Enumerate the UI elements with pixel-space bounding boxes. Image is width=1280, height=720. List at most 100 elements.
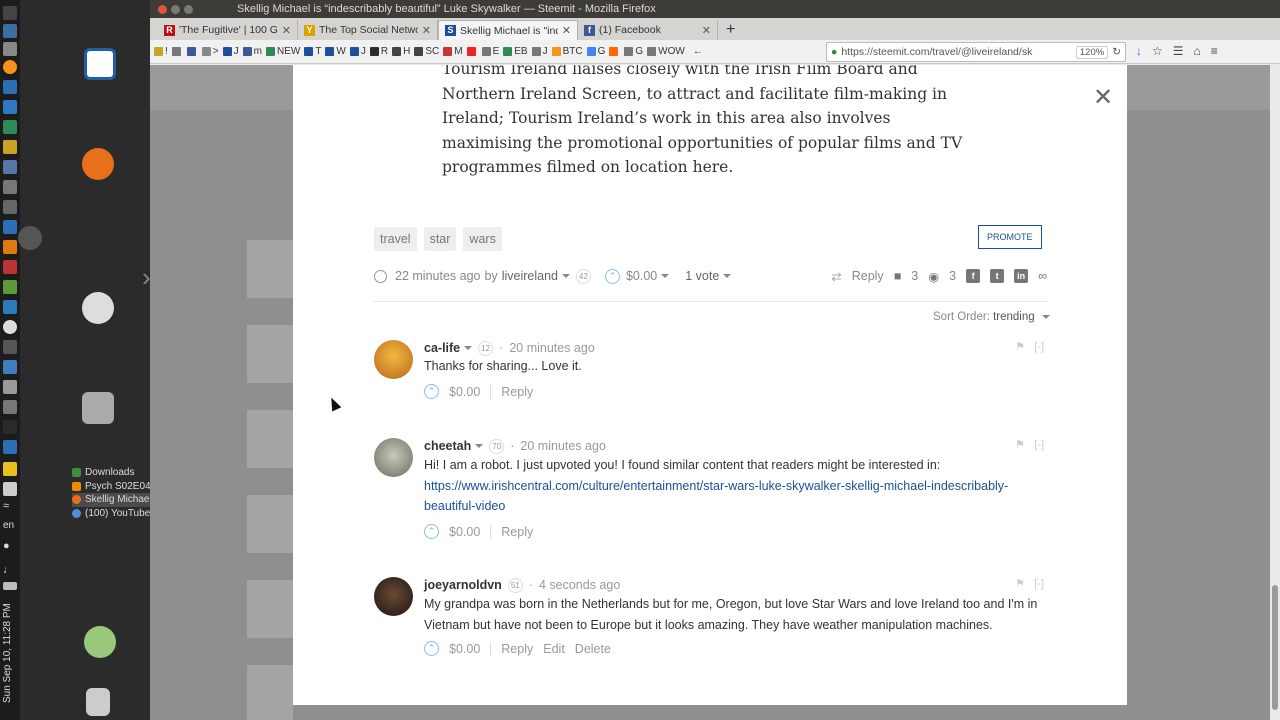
bookmark-item[interactable]: BTC — [551, 46, 583, 57]
tag-wars[interactable]: wars — [463, 227, 502, 251]
bookmark-item[interactable]: T — [304, 46, 321, 57]
app-icon[interactable] — [3, 380, 17, 394]
comments-icon[interactable]: ■ — [894, 269, 902, 283]
bookmark-item[interactable]: J — [531, 46, 548, 57]
tab-skellig-michael[interactable]: S Skellig Michael is "inde ✕ — [438, 20, 578, 40]
library-icon[interactable]: ☰ — [1173, 44, 1184, 58]
upvote-icon[interactable]: ⌃ — [604, 268, 620, 284]
comment-author[interactable]: ca-life — [424, 341, 460, 355]
bookmark-item[interactable]: J — [222, 46, 239, 57]
bookmark-item[interactable]: NEW — [265, 46, 300, 57]
minimize-window-icon[interactable] — [171, 4, 180, 14]
bookmark-star-icon[interactable]: ☆ — [1152, 44, 1163, 58]
tag-travel[interactable]: travel — [374, 227, 417, 251]
resteem-icon[interactable]: ⇄ — [831, 269, 841, 284]
bookmark-item[interactable]: R — [369, 46, 388, 57]
comment-time[interactable]: 4 seconds ago — [539, 578, 620, 592]
app-icon[interactable] — [3, 360, 17, 374]
bookmark-item[interactable]: J — [349, 46, 366, 57]
bookmark-item[interactable] — [609, 47, 620, 56]
scrollbar-thumb[interactable] — [1272, 585, 1278, 710]
document-icon[interactable] — [84, 48, 116, 80]
app-icon[interactable] — [3, 220, 17, 234]
flag-icon[interactable]: ⚑ — [1015, 439, 1025, 451]
reload-icon[interactable]: ↻ — [1112, 46, 1121, 58]
bluetooth-icon[interactable]: ● — [3, 540, 17, 554]
app-icon[interactable] — [3, 100, 17, 114]
app-icon[interactable] — [3, 80, 17, 94]
bookmark-item[interactable] — [466, 47, 478, 56]
bookmark-item[interactable]: ! — [154, 46, 168, 57]
collapse-toggle[interactable]: [-] — [1034, 578, 1044, 590]
flag-icon[interactable]: ⚑ — [1015, 578, 1025, 590]
close-window-icon[interactable] — [158, 4, 167, 14]
post-author[interactable]: liveireland — [502, 269, 558, 283]
wifi-icon[interactable]: ≈ — [3, 500, 17, 514]
app-icon[interactable] — [3, 462, 17, 476]
comment-time[interactable]: 20 minutes ago — [509, 341, 594, 355]
reply-link[interactable]: Reply — [501, 642, 533, 656]
bookmark-item[interactable]: WOW — [647, 46, 685, 57]
avatar[interactable] — [374, 438, 413, 477]
bookmark-item[interactable]: SC — [414, 46, 439, 57]
tag-star[interactable]: star — [423, 227, 457, 251]
twitter-share-icon[interactable]: t — [990, 269, 1005, 283]
app-icon[interactable] — [3, 240, 17, 254]
bookmark-item[interactable]: W — [325, 46, 346, 57]
app-icon[interactable] — [3, 300, 17, 314]
menu-icon[interactable]: ≡ — [1211, 44, 1218, 58]
upvote-icon[interactable]: ⌃ — [424, 641, 439, 656]
app-icon[interactable] — [3, 420, 17, 434]
chrome-icon[interactable] — [18, 226, 42, 250]
app-icon[interactable] — [3, 24, 17, 38]
facebook-share-icon[interactable]: f — [966, 269, 981, 283]
clock[interactable]: Sun Sep 10, 11:28 PM — [2, 598, 18, 708]
comment-payout[interactable]: $0.00 — [449, 525, 480, 539]
url-text[interactable]: https://steemit.com/travel/@liveireland/… — [841, 46, 1072, 58]
app-icon[interactable] — [3, 140, 17, 154]
comment-payout[interactable]: $0.00 — [449, 642, 480, 656]
chevron-down-icon[interactable] — [464, 346, 473, 350]
app-icon[interactable] — [3, 340, 17, 354]
page-scrollbar[interactable] — [1270, 65, 1280, 720]
close-icon[interactable]: ✕ — [282, 24, 291, 37]
terminal-icon[interactable] — [3, 6, 17, 20]
app-icon[interactable] — [3, 160, 17, 174]
upvote-icon[interactable]: ⌃ — [424, 384, 439, 399]
sort-dropdown[interactable]: trending — [993, 311, 1035, 323]
download-icon[interactable]: ↓ — [1136, 44, 1142, 58]
link-icon[interactable]: ∞ — [1038, 269, 1047, 283]
collapse-toggle[interactable]: [-] — [1034, 439, 1044, 451]
edit-link[interactable]: Edit — [543, 642, 565, 656]
comment-payout[interactable]: $0.00 — [449, 385, 480, 399]
chevron-down-icon[interactable] — [475, 444, 484, 448]
bitcoin-icon[interactable] — [3, 60, 17, 74]
close-icon[interactable]: ✕ — [562, 24, 571, 37]
bookmark-item[interactable]: G — [624, 46, 643, 57]
close-icon[interactable]: ✕ — [422, 24, 431, 37]
flag-icon[interactable]: ⚑ — [1015, 341, 1025, 353]
post-payout[interactable]: $0.00 — [626, 269, 657, 283]
reply-link[interactable]: Reply — [852, 269, 884, 283]
promote-button[interactable]: PROMOTE — [978, 225, 1042, 249]
avatar[interactable] — [374, 577, 413, 616]
firefox-icon[interactable] — [82, 148, 114, 180]
back-arrow-icon[interactable]: ← — [693, 46, 703, 57]
app-icon[interactable] — [3, 482, 17, 496]
reply-link[interactable]: Reply — [501, 525, 533, 539]
user-icon[interactable] — [84, 626, 116, 658]
archive-icon[interactable] — [82, 392, 114, 424]
home-icon[interactable]: ⌂ — [1194, 44, 1201, 58]
tab-fugitive[interactable]: R 'The Fugitive' | 100 Gre ✕ — [158, 20, 298, 40]
maximize-window-icon[interactable] — [184, 4, 193, 14]
bookmark-item[interactable] — [186, 47, 198, 56]
post-time[interactable]: 22 minutes ago — [395, 269, 480, 283]
zoom-level[interactable]: 120% — [1075, 45, 1109, 59]
app-icon[interactable] — [3, 260, 17, 274]
chevron-down-icon[interactable] — [723, 274, 732, 278]
comment-time[interactable]: 20 minutes ago — [520, 439, 605, 453]
keyboard-language[interactable]: en — [3, 520, 14, 531]
comment-link[interactable]: https://www.irishcentral.com/culture/ent… — [424, 479, 1008, 514]
reply-link[interactable]: Reply — [501, 385, 533, 399]
linkedin-share-icon[interactable]: in — [1014, 269, 1029, 283]
